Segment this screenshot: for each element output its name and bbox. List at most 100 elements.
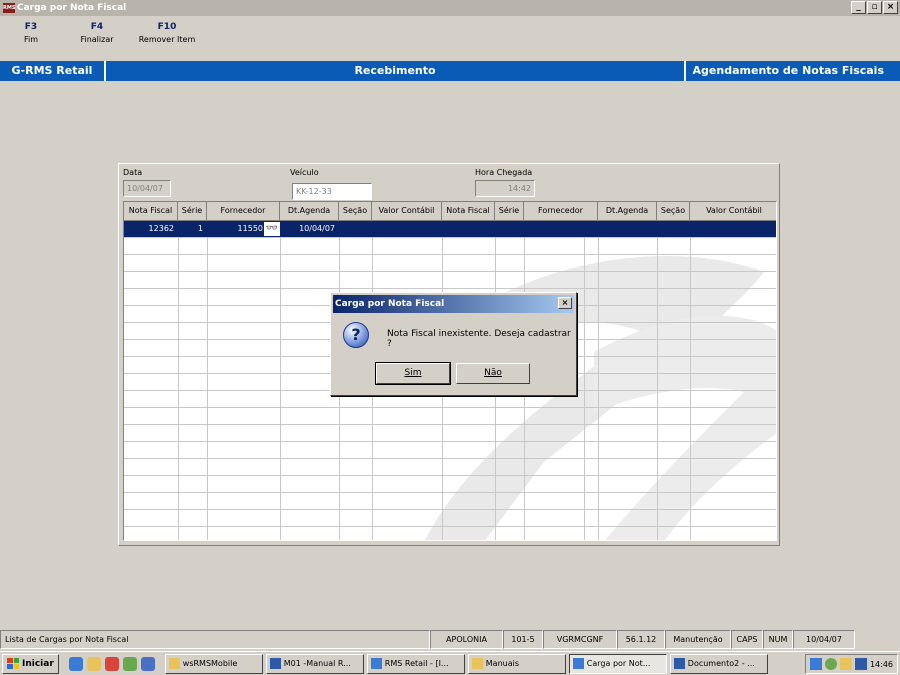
fkey-code: F4 (90, 22, 104, 32)
col-valor-contabil-2[interactable]: Valor Contábil (690, 202, 776, 220)
status-date: 10/04/07 (793, 630, 855, 649)
word-icon (269, 658, 281, 669)
minimize-button[interactable]: _ (851, 1, 866, 14)
task-carga-por-nota[interactable]: Carga por Not... (568, 653, 667, 674)
col-valor-contabil[interactable]: Valor Contábil (372, 202, 442, 220)
question-icon: ? (343, 322, 369, 348)
sim-label: Sim (404, 368, 422, 378)
update-icon[interactable] (839, 658, 852, 670)
col-dt-agenda[interactable]: Dt.Agenda (280, 202, 339, 220)
col-serie[interactable]: Série (178, 202, 207, 220)
header-module: Recebimento (354, 64, 436, 77)
module-header: G-RMS Retail Recebimento Agendamento de … (0, 61, 900, 81)
task-label: M01 -Manual R... (283, 658, 351, 668)
fkey-label: Finalizar (80, 35, 114, 44)
antivirus-icon[interactable] (824, 658, 837, 670)
fkey-label: Fim (23, 35, 39, 44)
fkey-code: F3 (24, 22, 38, 32)
table-row[interactable] (124, 510, 776, 527)
app-icon: RMS (3, 3, 16, 13)
veiculo-field[interactable]: KK-12-33 (292, 183, 372, 200)
col-secao-2[interactable]: Seção (657, 202, 690, 220)
dialog-close-button[interactable]: × (558, 297, 572, 309)
fkey-fim[interactable]: F3 Fim (0, 22, 62, 56)
fkey-label: Remover Item (138, 35, 196, 44)
table-row[interactable] (124, 425, 776, 442)
nao-button[interactable]: Não (456, 363, 530, 384)
folder-icon[interactable] (86, 656, 101, 671)
table-row[interactable] (124, 442, 776, 459)
task-documento2[interactable]: Documento2 - ... (669, 653, 768, 674)
col-serie-2[interactable]: Série (495, 202, 524, 220)
col-nota-fiscal[interactable]: Nota Fiscal (124, 202, 178, 220)
close-button[interactable]: × (883, 1, 898, 14)
cell-dt-agenda: 10/04/07 (299, 224, 335, 233)
app-icon[interactable] (122, 656, 137, 671)
browser-icon[interactable] (140, 656, 155, 671)
task-rms-retail[interactable]: RMS Retail - [I... (366, 653, 465, 674)
window-controls: _ ▫ × (851, 1, 898, 14)
table-row[interactable] (124, 408, 776, 425)
data-label: Data (123, 168, 143, 177)
folder-icon (471, 658, 483, 669)
table-row[interactable] (124, 255, 776, 272)
status-bar: Lista de Cargas por Nota Fiscal APOLONIA… (0, 630, 900, 649)
windows-flag-icon (7, 658, 19, 669)
table-row[interactable] (124, 272, 776, 289)
ie-icon[interactable] (68, 656, 83, 671)
binoculars-icon[interactable]: 👓 (264, 222, 280, 236)
fkey-finalizar[interactable]: F4 Finalizar (62, 22, 132, 56)
col-secao[interactable]: Seção (339, 202, 372, 220)
calendar-icon[interactable] (854, 658, 867, 670)
status-store: 101-5 (503, 630, 543, 649)
status-user: APOLONIA (430, 630, 503, 649)
task-label: wsRMSMobile (182, 658, 238, 668)
word-icon (673, 658, 685, 669)
table-row[interactable]: 12362 1 11550 👓 10/04/07 (124, 221, 776, 238)
start-button[interactable]: Iniciar (2, 653, 59, 674)
header-screen: Agendamento de Notas Fiscais (692, 64, 884, 77)
status-message: Lista de Cargas por Nota Fiscal (0, 630, 430, 649)
window-title: Carga por Nota Fiscal (17, 3, 127, 13)
folder-icon (168, 658, 180, 669)
cell-nota-fiscal: 12362 (148, 224, 174, 233)
confirm-dialog: Carga por Nota Fiscal × ? Nota Fiscal in… (330, 292, 577, 396)
status-num: NUM (763, 630, 793, 649)
col-nota-fiscal-2[interactable]: Nota Fiscal (442, 202, 495, 220)
rms-icon (370, 658, 382, 669)
data-field[interactable]: 10/04/07 (123, 180, 171, 197)
system-tray: 14:46 (804, 654, 898, 674)
nao-label: Não (484, 368, 502, 378)
fkey-code: F10 (157, 22, 177, 32)
col-dt-agenda-2[interactable]: Dt.Agenda (598, 202, 657, 220)
taskbar: Iniciar wsRMSMobile M01 -Manual R... RMS… (0, 651, 900, 675)
network-icon[interactable] (809, 658, 822, 670)
app-icon[interactable] (104, 656, 119, 671)
cell-fornecedor: 11550 (237, 224, 263, 233)
table-row[interactable] (124, 493, 776, 510)
dialog-title: Carga por Nota Fiscal (335, 299, 445, 309)
header-app-name: G-RMS Retail (11, 64, 93, 77)
task-label: Manuais (485, 658, 520, 668)
task-manuais[interactable]: Manuais (467, 653, 566, 674)
grid-header: Nota Fiscal Série Fornecedor Dt.Agenda S… (124, 202, 776, 221)
task-manual[interactable]: M01 -Manual R... (265, 653, 364, 674)
task-wsrmsmobile[interactable]: wsRMSMobile (164, 653, 263, 674)
table-row[interactable] (124, 476, 776, 493)
cell-serie: 1 (197, 224, 203, 233)
start-label: Iniciar (22, 658, 54, 669)
col-fornecedor[interactable]: Fornecedor (207, 202, 280, 220)
sim-button[interactable]: Sim (375, 362, 451, 385)
task-label: RMS Retail - [I... (384, 658, 449, 668)
title-bar: RMS Carga por Nota Fiscal _ ▫ × (0, 0, 900, 16)
clock[interactable]: 14:46 (870, 660, 893, 669)
fkey-remover-item[interactable]: F10 Remover Item (132, 22, 202, 56)
quick-launch (68, 656, 155, 671)
restore-button[interactable]: ▫ (867, 1, 882, 14)
hora-chegada-field[interactable]: 14:42 (475, 180, 535, 197)
col-fornecedor-2[interactable]: Fornecedor (524, 202, 598, 220)
status-program: VGRMCGNF (543, 630, 617, 649)
status-version: 56.1.12 (617, 630, 665, 649)
table-row[interactable] (124, 459, 776, 476)
table-row[interactable] (124, 238, 776, 255)
